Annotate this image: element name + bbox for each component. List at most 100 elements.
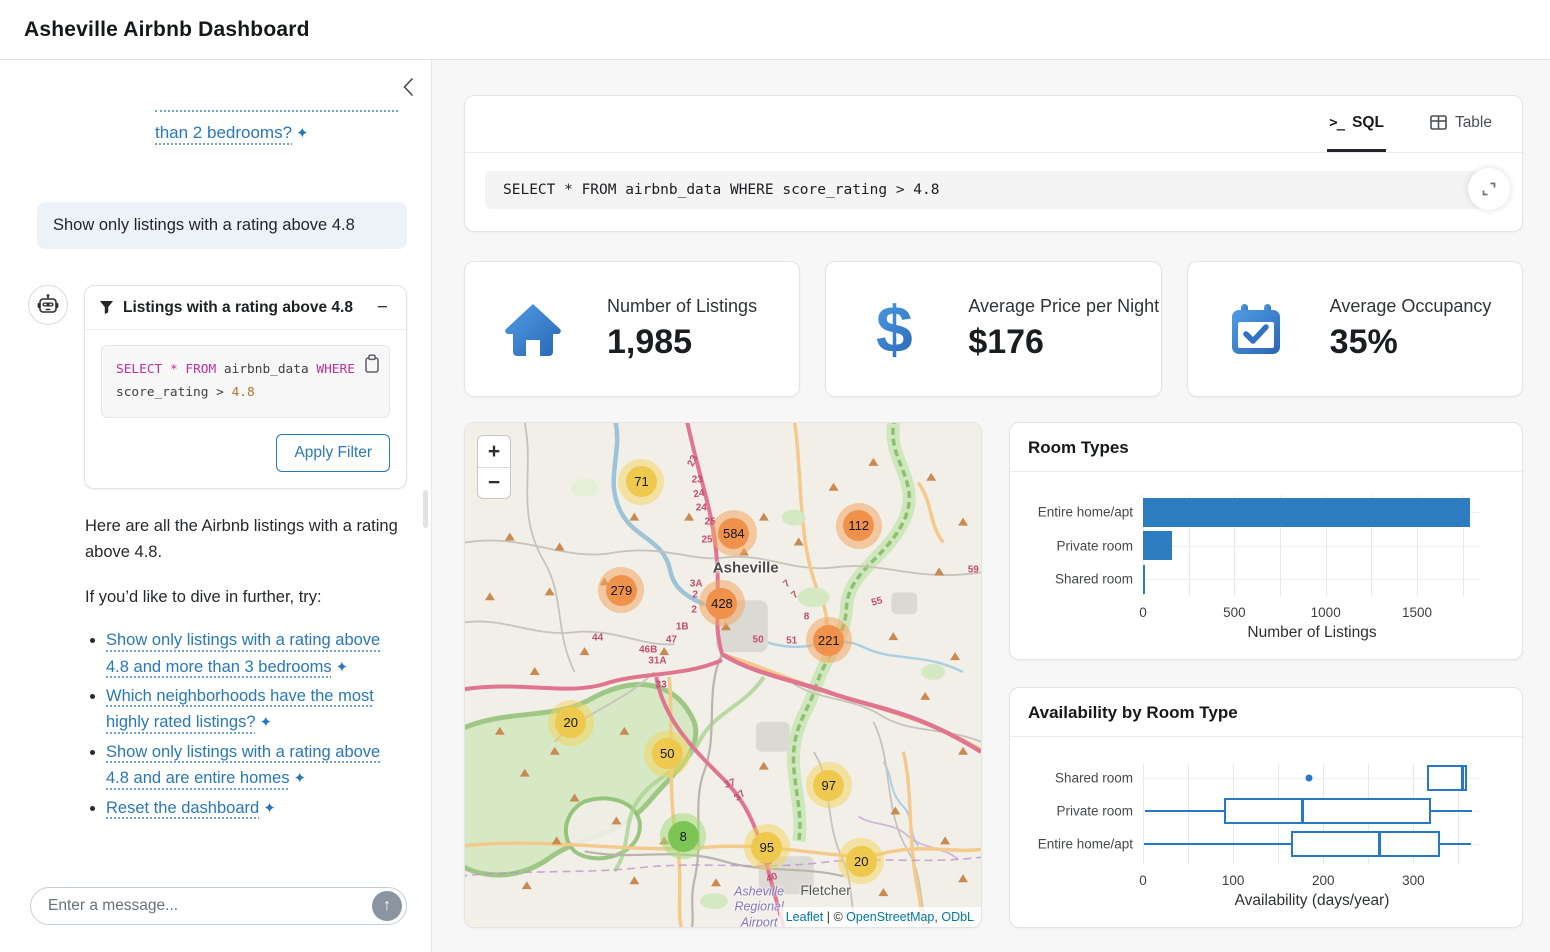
sql-token: score_rating >	[116, 385, 232, 400]
sparkle-icon: ✦	[263, 800, 276, 817]
tab-sql[interactable]: >_ SQL	[1327, 96, 1386, 152]
sql-token: 4.8	[232, 385, 255, 400]
terminal-icon: >_	[1329, 115, 1344, 131]
cluster-count: 221	[813, 625, 844, 656]
suggestion-link[interactable]: Show only listings with a rating above 4…	[106, 743, 380, 787]
suggestion-link[interactable]: Which neighborhoods have the most highly…	[106, 687, 374, 731]
attrib-copyright: ©	[833, 910, 846, 924]
osm-link[interactable]: OpenStreetMap	[846, 910, 934, 924]
axis-tick-label: 1500	[1402, 605, 1432, 620]
zoom-in-button[interactable]: +	[478, 436, 510, 467]
sidebar-collapse-button[interactable]	[397, 75, 419, 99]
room-types-bar-chart: Entire home/aptPrivate roomShared room05…	[1010, 423, 1522, 659]
filter-collapse-button[interactable]: −	[373, 298, 392, 317]
cluster-count: 20	[555, 707, 586, 738]
copy-icon[interactable]	[363, 354, 380, 381]
category-label: Shared room	[1008, 572, 1133, 587]
map-cluster-marker[interactable]: 71	[618, 459, 664, 505]
room-types-chart-card: Room Types Entire home/aptPrivate roomSh…	[1009, 422, 1523, 660]
suggestion-item: Reset the dashboard✦	[106, 795, 405, 821]
bot-avatar	[28, 285, 68, 325]
expand-button[interactable]	[1468, 168, 1510, 210]
suggestion-link[interactable]: than 2 bedrooms?	[155, 123, 292, 142]
assistant-message: Here are all the Airbnb listings with a …	[85, 513, 405, 821]
road-number-label: 8	[804, 612, 810, 623]
road-number-label: 2	[692, 590, 698, 601]
sql-token: SELECT	[116, 362, 162, 377]
chevron-left-icon	[403, 77, 414, 97]
cluster-count: 8	[668, 821, 699, 852]
leaflet-link[interactable]: Leaflet	[786, 910, 824, 924]
road-number-label: 59	[968, 565, 979, 576]
map-cluster-marker[interactable]: 584	[711, 510, 757, 556]
expand-icon	[1481, 181, 1497, 197]
kpi-value: 1,985	[607, 323, 757, 362]
bar	[1143, 498, 1470, 527]
tab-table[interactable]: Table	[1428, 96, 1494, 152]
box-median	[1301, 798, 1304, 824]
place-label: Fletcher	[800, 882, 851, 898]
road-number-label: 2	[691, 605, 697, 616]
box-outlier	[1305, 775, 1312, 782]
road-number-label: 50	[753, 635, 764, 646]
filter-sql-code: SELECT * FROM airbnb_data WHEREscore_rat…	[101, 345, 390, 418]
sql-token: *	[170, 362, 178, 377]
sparkle-icon: ✦	[293, 770, 306, 787]
page-title: Asheville Airbnb Dashboard	[24, 18, 310, 42]
kpi-card-listings: Number of Listings 1,985	[464, 261, 800, 397]
zoom-out-button[interactable]: −	[478, 467, 510, 498]
sparkle-icon: ✦	[296, 125, 309, 142]
arrow-up-icon: ↑	[383, 897, 391, 915]
sparkle-icon: ✦	[260, 714, 273, 731]
road-number-label: 46B	[639, 645, 657, 656]
axis-tick-label: 1000	[1311, 605, 1341, 620]
map-cluster-marker[interactable]: 20	[548, 700, 594, 746]
filter-card-title: Listings with a rating above 4.8	[123, 299, 373, 317]
dollar-icon: $	[858, 296, 930, 362]
sql-token: WHERE	[316, 362, 355, 377]
axis-tick-label: 500	[1223, 605, 1246, 620]
map-cluster-marker[interactable]: 50	[644, 731, 690, 777]
chat-input-container: ↑	[30, 887, 407, 925]
map-cluster-marker[interactable]: 8	[660, 813, 706, 859]
clipped-suggestion-link[interactable]: than 2 bedrooms?✦	[155, 110, 398, 146]
cluster-count: 97	[813, 770, 844, 801]
cluster-count: 112	[843, 510, 874, 541]
map-cluster-marker[interactable]: 95	[744, 824, 790, 870]
apply-filter-button[interactable]: Apply Filter	[276, 434, 390, 472]
map-cluster-marker[interactable]: 112	[836, 503, 882, 549]
map-tiles	[465, 423, 981, 927]
odbl-link[interactable]: ODbL	[941, 910, 974, 924]
chat-sidebar: than 2 bedrooms?✦ Show only listings wit…	[0, 60, 432, 952]
suggestion-link[interactable]: Reset the dashboard	[106, 799, 259, 817]
axis-tick-label: 0	[1139, 873, 1147, 888]
map-cluster-marker[interactable]: 279	[598, 567, 644, 613]
map-cluster-marker[interactable]: 428	[699, 580, 745, 626]
send-button[interactable]: ↑	[372, 891, 402, 921]
assistant-intro: Here are all the Airbnb listings with a …	[85, 513, 405, 565]
map-attribution: Leaflet | © OpenStreetMap, ODbL	[779, 907, 981, 927]
road-number-label: 3A	[690, 579, 703, 590]
place-label: Asheville	[713, 559, 779, 576]
user-message: Show only listings with a rating above 4…	[37, 202, 407, 249]
sidebar-scrollbar[interactable]	[423, 490, 428, 528]
map-zoom-control: + −	[477, 435, 511, 499]
map-cluster-marker[interactable]: 20	[838, 838, 884, 884]
road-number-label: 23	[692, 474, 703, 485]
category-label: Shared room	[1008, 771, 1133, 786]
road-number-label: 51	[786, 636, 797, 647]
cluster-count: 20	[846, 846, 877, 877]
sql-token: airbnb_data	[216, 362, 316, 377]
map-cluster-marker[interactable]: 97	[806, 762, 852, 808]
funnel-icon	[99, 300, 114, 315]
tab-table-label: Table	[1455, 114, 1492, 132]
sql-query-input[interactable]: SELECT * FROM airbnb_data WHERE score_ra…	[485, 171, 1502, 209]
map-cluster-marker[interactable]: 221	[806, 617, 852, 663]
axis-tick-label: 0	[1139, 605, 1147, 620]
filter-card: Listings with a rating above 4.8 − SELEC…	[84, 285, 407, 489]
gridline	[1188, 764, 1189, 864]
listings-map[interactable]: + − 232324242525593A22778551B4447505146B…	[464, 422, 982, 928]
road-number-label: 1B	[676, 622, 689, 633]
sql-token	[162, 362, 170, 377]
message-input[interactable]	[48, 897, 372, 915]
